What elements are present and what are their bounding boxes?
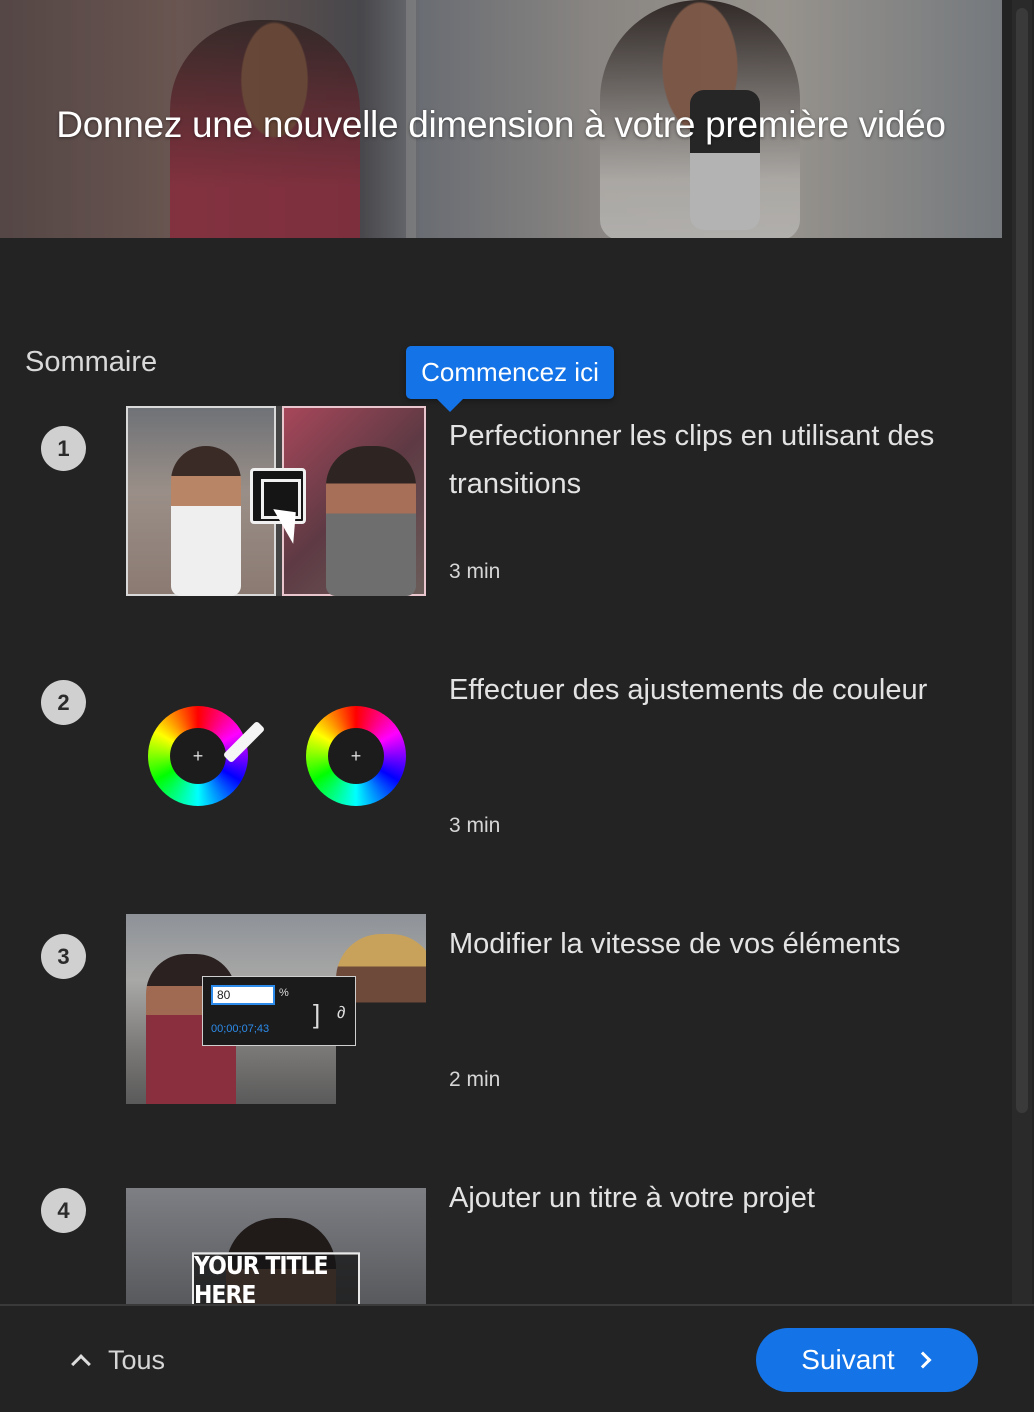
plus-icon: + [192,745,204,766]
lesson-number-badge: 2 [41,680,86,725]
lesson-item-2[interactable]: 2 + + Effectuer des ajustements de coule… [0,660,1002,870]
scrollbar-thumb[interactable] [1016,8,1028,1113]
chevron-up-icon [71,1354,91,1374]
footer-bar: Tous Suivant [0,1304,1034,1412]
scrollbar[interactable] [1012,0,1032,1305]
all-lessons-button[interactable]: Tous [66,1342,165,1378]
lesson-number-badge: 3 [41,934,86,979]
link-icon: ∂ [337,1003,346,1022]
speed-duration-panel: 80 % 00;00;07;43 ] ∂ [202,976,356,1046]
all-lessons-label: Tous [108,1344,166,1375]
chevron-right-icon [914,1351,932,1369]
summary-heading: Sommaire [25,346,158,378]
lesson-title[interactable]: Perfectionner les clips en utilisant des… [449,412,969,508]
title-thumbnail[interactable]: YOUR TITLE HERE [126,1188,426,1308]
bracket-icon: ] [313,999,321,1029]
hero-banner: Donnez une nouvelle dimension à votre pr… [0,0,1002,238]
color-wheels-thumbnail[interactable]: + + [126,660,426,850]
lesson-title[interactable]: Ajouter un titre à votre projet [449,1174,969,1222]
tooltip-label: Commencez ici [421,357,599,387]
hero-title: Donnez une nouvelle dimension à votre pr… [56,104,946,145]
start-here-tooltip: Commencez ici [406,346,614,412]
speed-thumbnail[interactable]: 80 % 00;00;07;43 ] ∂ [126,914,426,1104]
title-overlay: YOUR TITLE HERE [192,1252,360,1308]
lesson-title[interactable]: Modifier la vitesse de vos éléments [449,920,969,968]
lesson-duration: 2 min [449,1068,501,1091]
plus-icon: + [350,745,362,766]
next-button[interactable]: Suivant [756,1328,978,1392]
next-button-label: Suivant [801,1344,895,1375]
lesson-duration: 3 min [449,560,501,583]
lesson-title[interactable]: Effectuer des ajustements de couleur [449,666,969,714]
lesson-number-badge: 4 [41,1188,86,1233]
lesson-item-1[interactable]: 1 Perfectionner les clips en utilisant d… [0,406,1002,616]
transitions-thumbnail[interactable] [126,406,426,596]
speed-unit: % [279,987,289,999]
lesson-item-3[interactable]: 3 80 % 00;00;07;43 ] ∂ Modifier la vites… [0,914,1002,1124]
lesson-number-badge: 1 [41,426,86,471]
timecode: 00;00;07;43 [211,1023,270,1035]
lesson-duration: 3 min [449,814,501,837]
speed-value-field: 80 [211,985,275,1005]
tooltip-arrow [436,398,464,412]
